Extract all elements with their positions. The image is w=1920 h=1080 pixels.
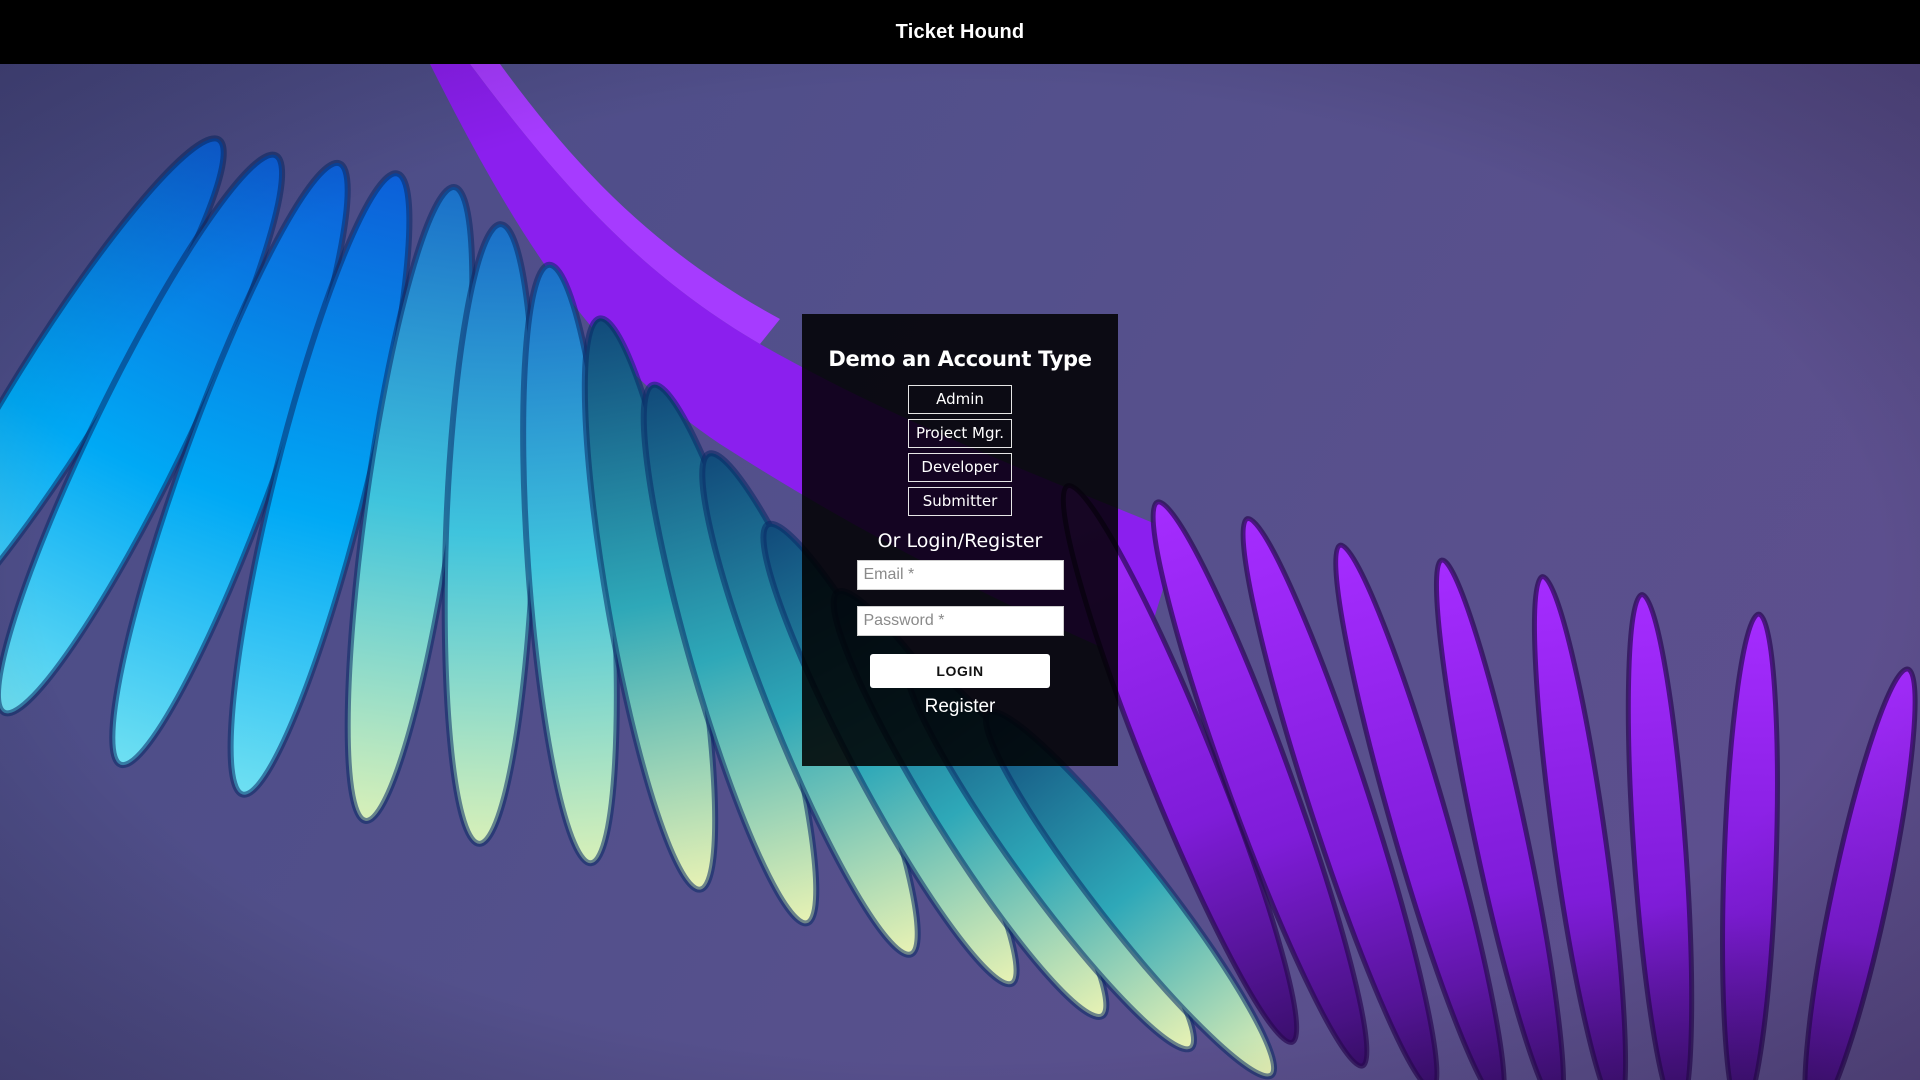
login-button[interactable]: LOGIN	[870, 654, 1050, 688]
register-link[interactable]: Register	[925, 696, 996, 718]
demo-developer-button[interactable]: Developer	[908, 453, 1012, 482]
demo-admin-button[interactable]: Admin	[908, 385, 1012, 414]
demo-submitter-button[interactable]: Submitter	[908, 487, 1012, 516]
demo-account-list: Admin Project Mgr. Developer Submitter	[908, 385, 1012, 516]
panel-heading: Demo an Account Type	[828, 347, 1092, 371]
demo-project-manager-button[interactable]: Project Mgr.	[908, 419, 1012, 448]
email-field[interactable]	[856, 560, 1064, 590]
app-title: Ticket Hound	[895, 20, 1025, 43]
top-bar: Ticket Hound	[0, 0, 1920, 64]
login-register-label: Or Login/Register	[877, 530, 1043, 552]
password-field[interactable]	[856, 606, 1064, 636]
login-panel: Demo an Account Type Admin Project Mgr. …	[802, 314, 1118, 766]
